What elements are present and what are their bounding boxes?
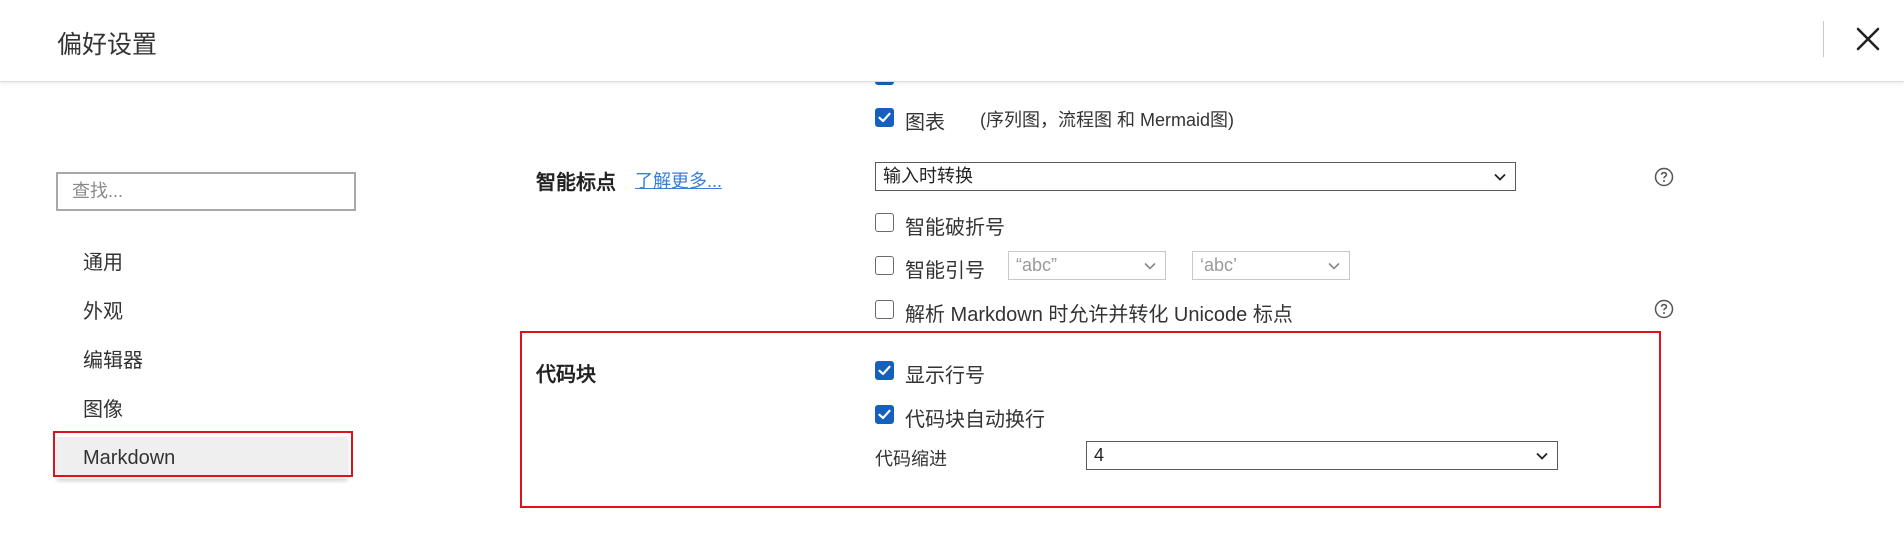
check-icon xyxy=(878,112,891,123)
smart-punct-mode-select[interactable]: 输入时转换 xyxy=(875,162,1516,191)
smart-dash-label: 智能破折号 xyxy=(905,217,1005,239)
double-quotes-select[interactable]: “abc” xyxy=(1008,251,1166,280)
unicode-punct-label: 解析 Markdown 时允许并转化 Unicode 标点 xyxy=(905,304,1293,326)
diagrams-checkbox[interactable] xyxy=(875,108,894,127)
select-value: 4 xyxy=(1094,445,1105,465)
diagrams-note: (序列图，流程图 和 Mermaid图) xyxy=(980,110,1235,130)
sidebar-item-label: Markdown xyxy=(83,447,176,469)
smart-punct-title: 智能标点 xyxy=(536,172,616,194)
code-block-title: 代码块 xyxy=(536,364,596,386)
learn-more-link[interactable]: 了解更多... xyxy=(635,167,722,193)
sidebar-item-label: 通用 xyxy=(83,252,123,274)
chevron-down-icon xyxy=(1535,449,1549,463)
search-input[interactable] xyxy=(56,172,356,211)
sidebar-item-general[interactable]: 通用 xyxy=(57,242,347,284)
select-value: “abc” xyxy=(1016,255,1058,275)
sidebar-item-markdown[interactable]: Markdown xyxy=(57,437,347,479)
line-numbers-checkbox[interactable] xyxy=(875,361,894,380)
help-icon[interactable] xyxy=(1654,299,1674,319)
close-button[interactable] xyxy=(1848,19,1888,59)
single-quotes-select[interactable]: ‘abc’ xyxy=(1192,251,1350,280)
close-icon xyxy=(1856,27,1880,51)
sidebar-item-label: 编辑器 xyxy=(83,350,143,372)
diagrams-label: 图表 xyxy=(905,112,945,134)
code-indent-select[interactable]: 4 xyxy=(1086,441,1558,470)
sidebar-item-editor[interactable]: 编辑器 xyxy=(57,340,347,382)
preferences-window: 偏好设置 通用 外观 编辑器 图像 Markdown 图表 (序列图，流程图 和… xyxy=(0,0,1904,534)
chevron-down-icon xyxy=(1143,259,1157,273)
help-icon[interactable] xyxy=(1654,167,1674,187)
smart-quotes-label: 智能引号 xyxy=(905,260,985,282)
code-indent-label: 代码缩进 xyxy=(875,449,947,469)
check-icon xyxy=(878,365,891,376)
select-value: 输入时转换 xyxy=(883,166,973,186)
sidebar-item-label: 图像 xyxy=(83,399,123,421)
line-numbers-label: 显示行号 xyxy=(905,365,985,387)
unicode-punct-checkbox[interactable] xyxy=(875,300,894,319)
select-value: ‘abc’ xyxy=(1200,255,1238,275)
code-wrap-label: 代码块自动换行 xyxy=(905,409,1045,431)
chevron-down-icon xyxy=(1327,259,1341,273)
sidebar-item-label: 外观 xyxy=(83,301,123,323)
check-icon xyxy=(878,409,891,420)
chevron-down-icon xyxy=(1493,170,1507,184)
header-divider xyxy=(1823,21,1824,57)
sidebar-item-appearance[interactable]: 外观 xyxy=(57,291,347,333)
highlight-box-code-block xyxy=(520,331,1661,508)
header-bar: 偏好设置 xyxy=(0,0,1904,82)
page-title: 偏好设置 xyxy=(57,31,158,59)
code-wrap-checkbox[interactable] xyxy=(875,405,894,424)
sidebar-item-image[interactable]: 图像 xyxy=(57,389,347,431)
smart-quotes-checkbox[interactable] xyxy=(875,256,894,275)
smart-dash-checkbox[interactable] xyxy=(875,213,894,232)
